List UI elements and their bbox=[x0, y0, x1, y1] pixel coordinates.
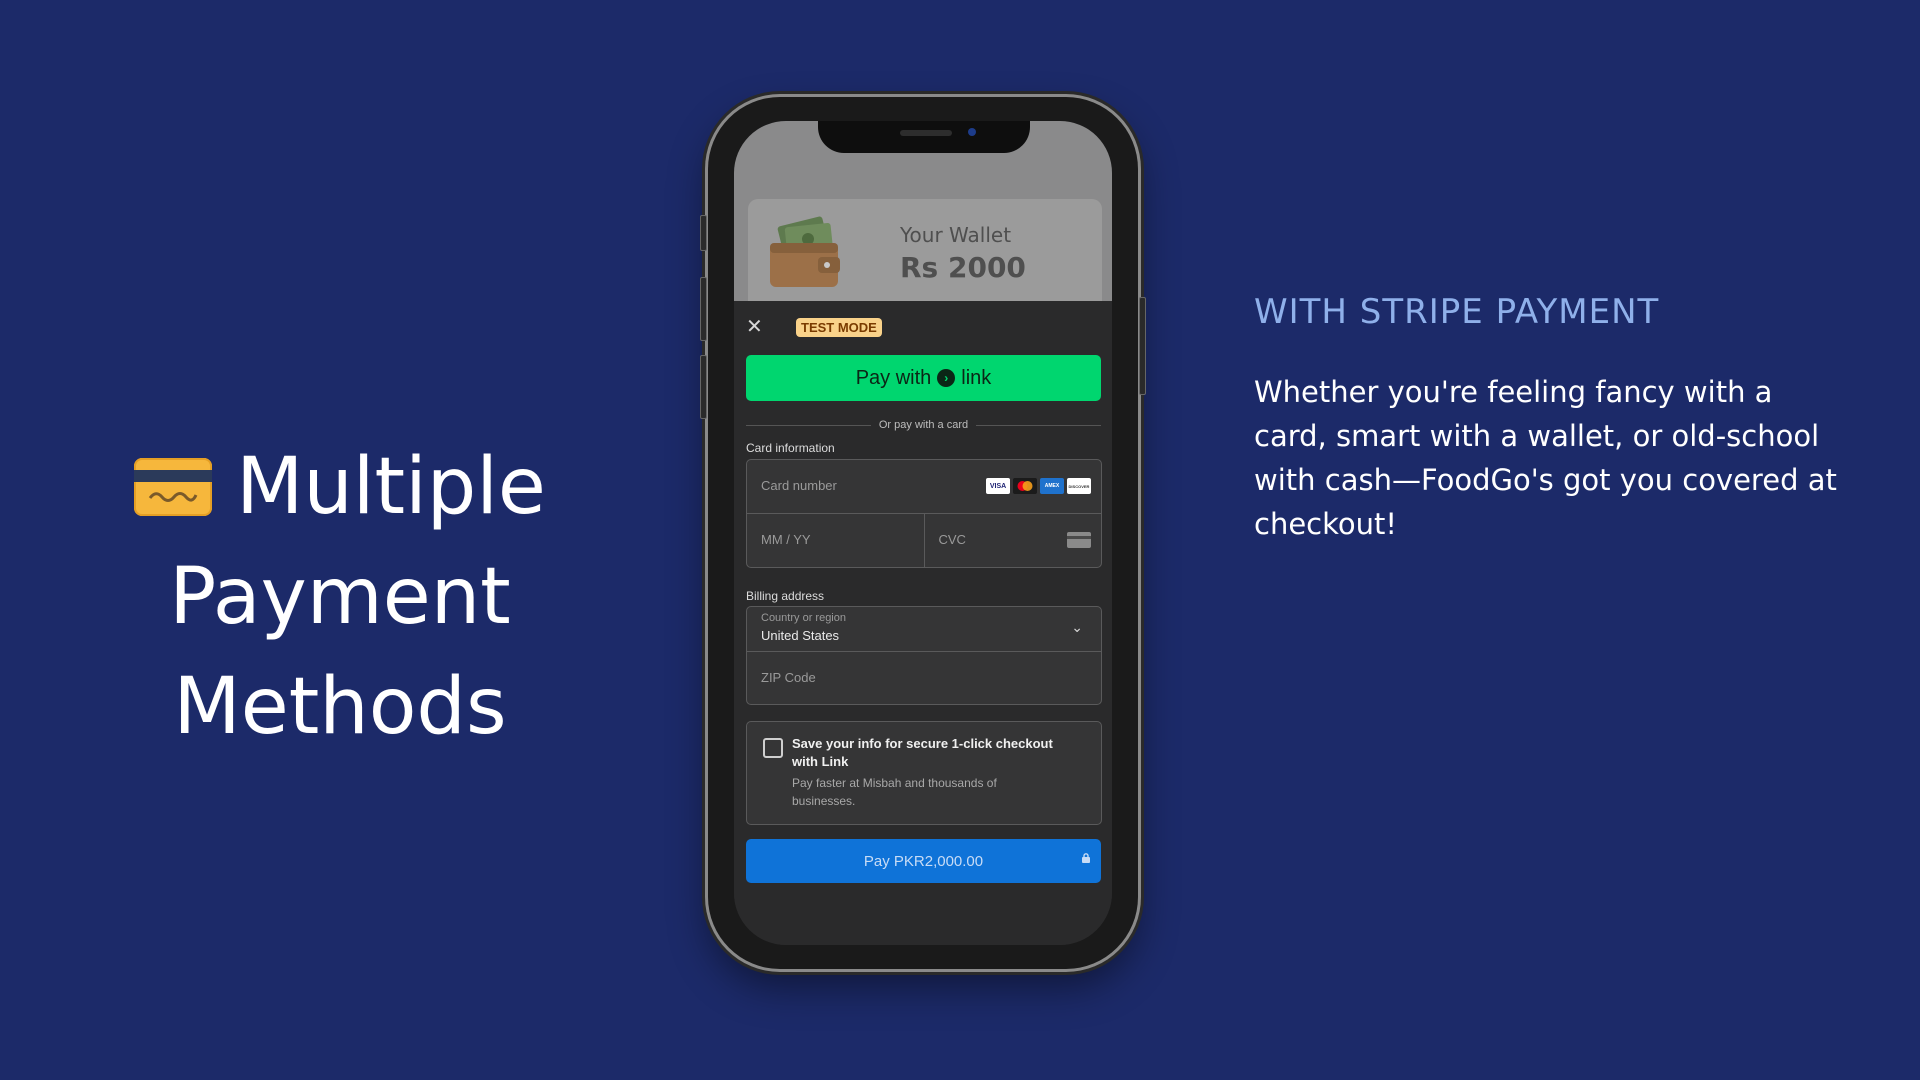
discover-icon: DISCOVER bbox=[1067, 478, 1091, 494]
card-number-field[interactable]: Card number VISA AMEX DISCOVER bbox=[747, 460, 1101, 514]
wallet-label: Your Wallet bbox=[900, 223, 1012, 247]
credit-card-icon bbox=[134, 458, 213, 516]
lock-icon bbox=[1082, 853, 1090, 863]
hero-heading-line1: Multiple bbox=[236, 442, 546, 532]
save-info-title: Save your info for secure 1-click checko… bbox=[792, 736, 1053, 769]
phone-notch bbox=[818, 121, 1030, 153]
country-label: Country or region bbox=[761, 612, 846, 624]
wallet-icon bbox=[766, 213, 842, 297]
wallet-amount: Rs 2000 bbox=[900, 251, 1026, 284]
payment-sheet: ✕ TEST MODE Pay with › link Or pay with … bbox=[734, 301, 1112, 945]
pay-button[interactable]: Pay PKR2,000.00 bbox=[746, 839, 1101, 883]
phone-mockup: Wallet Your Wallet Rs 2000 bbox=[700, 97, 1146, 969]
mute-switch bbox=[700, 215, 707, 251]
card-fields: Card number VISA AMEX DISCOVER MM / YY C… bbox=[746, 459, 1102, 568]
country-value: United States bbox=[761, 628, 840, 643]
or-divider: Or pay with a card bbox=[746, 417, 1102, 433]
cvc-card-icon bbox=[1067, 532, 1091, 548]
expiry-field[interactable]: MM / YY bbox=[747, 514, 925, 567]
link-button-prefix: Pay with bbox=[855, 366, 932, 389]
card-number-placeholder: Card number bbox=[761, 478, 837, 493]
pay-button-label: Pay PKR2,000.00 bbox=[863, 852, 984, 870]
phone-screen: Wallet Your Wallet Rs 2000 bbox=[734, 121, 1112, 945]
billing-address-label: Billing address bbox=[746, 589, 825, 603]
pay-with-link-button[interactable]: Pay with › link bbox=[746, 355, 1101, 401]
close-icon[interactable]: ✕ bbox=[746, 317, 763, 337]
visa-icon: VISA bbox=[986, 478, 1010, 494]
link-brand-label: link bbox=[961, 366, 992, 389]
hero-heading-line2: Payment Methods bbox=[169, 552, 511, 752]
section-description: Whether you're feeling fancy with a card… bbox=[1254, 375, 1837, 541]
cvc-field[interactable]: CVC bbox=[925, 514, 1102, 567]
camera-icon bbox=[968, 128, 976, 136]
cvc-placeholder: CVC bbox=[938, 532, 966, 547]
save-info-subtitle: Pay faster at Misbah and thousands of bu… bbox=[792, 776, 997, 808]
hero-heading: Multiple Payment Methods bbox=[0, 432, 680, 762]
zip-placeholder: ZIP Code bbox=[761, 670, 816, 685]
save-info-checkbox[interactable] bbox=[763, 738, 783, 758]
link-arrow-icon: › bbox=[937, 369, 956, 387]
chevron-down-icon: ⌄ bbox=[1071, 619, 1083, 635]
zip-code-field[interactable]: ZIP Code bbox=[747, 652, 1101, 704]
amex-icon: AMEX bbox=[1040, 478, 1064, 494]
test-mode-badge: TEST MODE bbox=[796, 318, 882, 337]
mastercard-icon bbox=[1013, 478, 1037, 494]
section-title: WITH STRIPE PAYMENT bbox=[1254, 292, 1660, 332]
volume-down-button bbox=[700, 355, 707, 419]
card-information-label: Card information bbox=[746, 441, 835, 455]
card-brand-icons: VISA AMEX DISCOVER bbox=[986, 478, 1091, 494]
expiry-placeholder: MM / YY bbox=[761, 532, 811, 547]
divider-label: Or pay with a card bbox=[878, 419, 969, 431]
country-select[interactable]: Country or region United States ⌄ bbox=[747, 607, 1101, 652]
power-button bbox=[1139, 297, 1146, 395]
volume-up-button bbox=[700, 277, 707, 341]
billing-fields: Country or region United States ⌄ ZIP Co… bbox=[746, 606, 1102, 705]
save-info-option: Save your info for secure 1-click checko… bbox=[746, 721, 1102, 825]
